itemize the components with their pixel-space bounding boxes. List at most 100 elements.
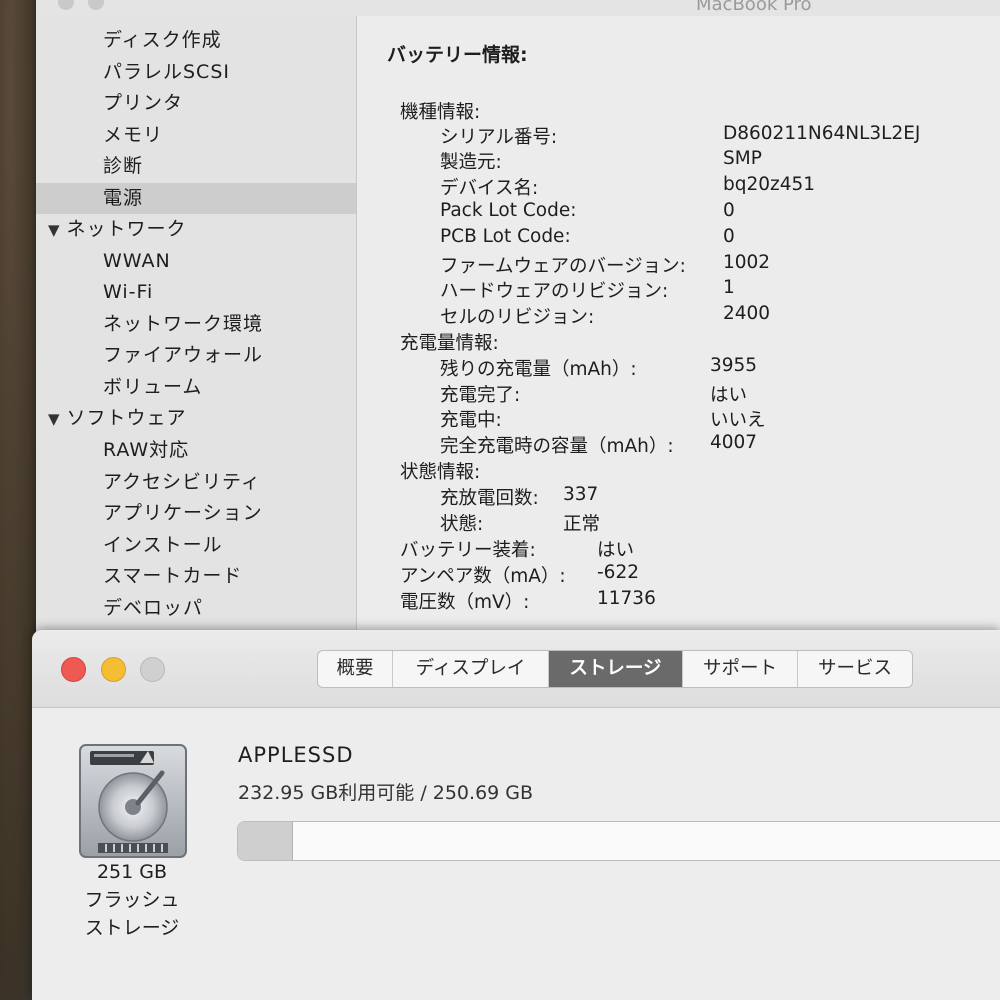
sidebar-item-parallel-scsi[interactable]: パラレルSCSI [36, 57, 356, 88]
close-icon[interactable] [61, 657, 86, 682]
hard-drive-icon [78, 743, 188, 861]
sidebar-item-developer[interactable]: デベロッパ [36, 593, 356, 624]
condition-label: 状態: [440, 514, 484, 535]
sidebar-group-label: ソフトウェア [66, 407, 187, 429]
pcb-lot-label: PCB Lot Code: [440, 226, 571, 247]
cell-revision-label: セルのリビジョン: [440, 307, 595, 328]
storage-pane: 251 GB フラッシュ ストレージ APPLESSD 232.95 GB利用可… [32, 708, 1000, 1000]
sidebar-item-label: Wi-Fi [103, 281, 154, 303]
charge-info-section: 充電量情報: [400, 333, 499, 354]
status-info-section: 状態情報: [400, 462, 481, 483]
sidebar-item-label: ファイアウォール [103, 344, 264, 366]
sidebar-item-smart-cards[interactable]: スマートカード [36, 561, 356, 592]
sidebar-item-diagnostics[interactable]: 診断 [36, 151, 356, 182]
disclosure-triangle-icon[interactable]: ▼ [48, 215, 61, 246]
manufacturer-value: SMP [723, 148, 762, 169]
sidebar-item-memory[interactable]: メモリ [36, 120, 356, 151]
pack-lot-value: 0 [723, 200, 735, 221]
sidebar-item-wifi[interactable]: Wi-Fi [36, 277, 356, 308]
fully-charged-value: はい [710, 385, 748, 406]
sysinfo-close-icon[interactable] [58, 0, 74, 10]
sidebar-item-label: ネットワーク環境 [103, 313, 264, 335]
cycle-count-label: 充放電回数: [440, 488, 539, 509]
drive-size: 251 GB [96, 861, 168, 883]
cycle-count-value: 337 [563, 484, 599, 505]
minimize-icon[interactable] [101, 657, 126, 682]
sidebar-item-volumes[interactable]: ボリューム [36, 372, 356, 403]
manufacturer-label: 製造元: [440, 152, 502, 173]
model-info-section: 機種情報: [400, 102, 481, 123]
sidebar-item-label: メモリ [103, 124, 164, 146]
sidebar-group-label: ネットワーク [66, 218, 187, 240]
tab-overview[interactable]: 概要 [318, 651, 393, 687]
tab-storage[interactable]: ストレージ [549, 651, 683, 687]
sidebar-item-wwan[interactable]: WWAN [36, 246, 356, 277]
sysinfo-titlebar: MacBook Pro [36, 0, 1000, 17]
charging-label: 充電中: [440, 410, 502, 431]
sidebar-item-label: パラレルSCSI [103, 61, 230, 83]
drive-type-line1: フラッシュ [84, 889, 180, 911]
sidebar-item-label: アプリケーション [103, 502, 263, 524]
hardware-revision-label: ハードウェアのリビジョン: [440, 281, 669, 302]
full-capacity-label: 完全充電時の容量（mAh）: [440, 436, 674, 457]
sidebar-item-accessibility[interactable]: アクセシビリティ [36, 467, 356, 498]
cell-revision-value: 2400 [723, 303, 771, 324]
serial-value: D860211N64NL3L2EJ [723, 123, 921, 144]
firmware-label: ファームウェアのバージョン: [440, 256, 686, 277]
hardware-revision-value: 1 [723, 277, 735, 298]
amperage-value: -622 [597, 562, 639, 583]
battery-detail-pane: バッテリー情報: 機種情報: シリアル番号: D860211N64NL3L2EJ… [357, 16, 1000, 640]
sysinfo-minimize-icon[interactable] [88, 0, 104, 10]
sysinfo-window-title: MacBook Pro [696, 0, 812, 15]
sidebar-item-firewall[interactable]: ファイアウォール [36, 340, 356, 371]
firmware-value: 1002 [723, 252, 771, 273]
sidebar-item-label: 診断 [103, 155, 144, 177]
volume-capacity: 232.95 GB利用可能 / 250.69 GB [238, 782, 534, 804]
serial-label: シリアル番号: [440, 127, 558, 148]
sidebar-item-label: WWAN [103, 250, 171, 272]
sidebar-item-printers[interactable]: プリンタ [36, 88, 356, 119]
about-toolbar: 概要 ディスプレイ ストレージ サポート サービス [32, 630, 1000, 708]
tab-support[interactable]: サポート [683, 651, 798, 687]
sidebar-item-label: 電源 [103, 187, 144, 209]
tab-displays[interactable]: ディスプレイ [393, 651, 549, 687]
battery-info-heading: バッテリー情報: [387, 44, 528, 66]
full-capacity-value: 4007 [710, 432, 758, 453]
sidebar-item-applications[interactable]: アプリケーション [36, 498, 356, 529]
drive-type-line2: ストレージ [84, 917, 180, 939]
device-name-value: bq20z451 [723, 174, 816, 195]
tab-service[interactable]: サービス [798, 651, 912, 687]
sidebar-item-installations[interactable]: インストール [36, 530, 356, 561]
pack-lot-label: Pack Lot Code: [440, 200, 577, 221]
sidebar-item-label: デベロッパ [103, 597, 204, 619]
storage-used-segment [238, 822, 294, 860]
device-name-label: デバイス名: [440, 178, 539, 199]
about-this-mac-window: 概要 ディスプレイ ストレージ サポート サービス 251 GB フラッシュ ス… [32, 630, 1000, 1000]
sidebar-item-label: プリンタ [103, 92, 184, 114]
battery-installed-value: はい [597, 540, 635, 561]
storage-usage-bar [237, 821, 1000, 861]
sidebar-item-label: スマートカード [103, 565, 243, 587]
sidebar-item-locations[interactable]: ネットワーク環境 [36, 309, 356, 340]
system-information-window: MacBook Pro ディスク作成 パラレルSCSI プリンタ メモリ 診断 … [36, 0, 1000, 640]
sidebar-group-software[interactable]: ▼ ソフトウェア [36, 403, 356, 434]
sidebar-item-label: ボリューム [103, 376, 203, 398]
voltage-label: 電圧数（mV）: [400, 592, 530, 613]
sidebar-group-network[interactable]: ▼ ネットワーク [36, 214, 356, 245]
sidebar-item-power[interactable]: 電源 [36, 183, 356, 214]
fully-charged-label: 充電完了: [440, 385, 521, 406]
sidebar-item-disc-burning[interactable]: ディスク作成 [36, 25, 356, 56]
volume-name: APPLESSD [238, 743, 354, 767]
remaining-charge-value: 3955 [710, 355, 758, 376]
sidebar-item-label: ディスク作成 [103, 29, 222, 51]
about-tab-bar: 概要 ディスプレイ ストレージ サポート サービス [317, 650, 913, 688]
sysinfo-sidebar: ディスク作成 パラレルSCSI プリンタ メモリ 診断 電源 ▼ ネットワーク W… [36, 16, 357, 640]
amperage-label: アンペア数（mA）: [400, 566, 566, 587]
voltage-value: 11736 [597, 588, 656, 609]
sidebar-item-raw-support[interactable]: RAW対応 [36, 435, 356, 466]
remaining-charge-label: 残りの充電量（mAh）: [440, 359, 637, 380]
charging-value: いいえ [710, 410, 766, 431]
condition-value: 正常 [563, 514, 601, 535]
disclosure-triangle-icon[interactable]: ▼ [48, 404, 61, 435]
sidebar-item-label: インストール [103, 534, 223, 556]
